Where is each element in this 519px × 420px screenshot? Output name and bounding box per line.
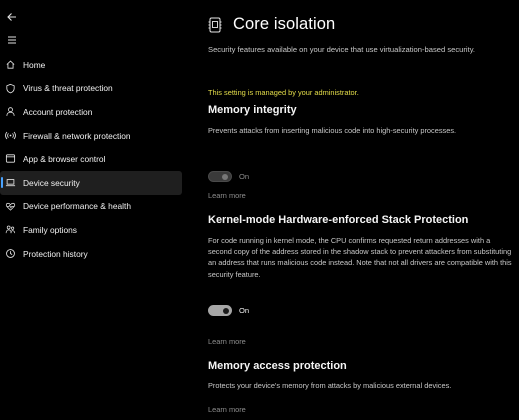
kernel-stack-protection-description: For code running in kernel mode, the CPU… [208,236,512,279]
back-arrow-icon [7,13,16,21]
sidebar-item-label: App & browser control [23,154,106,165]
sidebar-item-protection-history[interactable]: Protection history [0,242,182,266]
shield-icon [5,83,16,94]
memory-integrity-title: Memory integrity [208,104,297,116]
sidebar-item-device-security[interactable]: Device security [0,170,182,195]
sidebar-item-label: Device security [23,177,80,188]
page-header: Core isolation [208,15,335,34]
toggle-knob [222,173,228,180]
browser-icon [5,153,16,164]
kernel-stack-learn-more-link[interactable]: Learn more [208,337,246,346]
memory-access-learn-more-link[interactable]: Learn more [208,405,246,414]
sidebar-item-account-protection[interactable]: Account protection [0,100,182,124]
kernel-stack-toggle-row: On [208,305,249,316]
page-description: Security features available on your devi… [208,45,476,54]
hamburger-icon [8,36,16,44]
sidebar-item-label: Account protection [23,106,93,117]
memory-integrity-learn-more-link[interactable]: Learn more [208,191,246,200]
back-button[interactable] [4,9,20,25]
admin-managed-note: This setting is managed by your administ… [208,88,359,97]
sidebar-item-label: Virus & threat protection [23,83,113,94]
sidebar-item-app-browser-control[interactable]: App & browser control [0,147,182,171]
sidebar: Home Virus & threat protection Account p… [0,0,188,420]
memory-integrity-toggle-row: On [208,171,249,182]
person-icon [5,106,16,117]
kernel-stack-toggle-state: On [239,306,250,315]
wifi-icon [5,130,16,141]
sidebar-item-label: Firewall & network protection [23,130,131,141]
memory-access-protection-title: Memory access protection [208,360,347,372]
home-icon [5,59,16,70]
memory-access-protection-description: Protects your device's memory from attac… [208,381,452,390]
heart-icon [5,201,16,212]
sidebar-item-label: Family options [23,224,77,235]
sidebar-item-family-options[interactable]: Family options [0,218,182,242]
sidebar-item-label: Protection history [23,248,88,259]
history-icon [5,248,16,259]
laptop-icon [5,177,16,188]
family-icon [5,224,16,235]
sidebar-item-virus-threat-protection[interactable]: Virus & threat protection [0,77,182,101]
memory-integrity-toggle[interactable] [208,171,232,182]
sidebar-item-home[interactable]: Home [0,53,182,77]
sidebar-item-firewall-network-protection[interactable]: Firewall & network protection [0,124,182,148]
windows-security-window: Home Virus & threat protection Account p… [0,0,519,420]
chip-icon [208,17,222,32]
sidebar-item-label: Device performance & health [23,201,131,212]
hamburger-menu-button[interactable] [4,33,20,47]
main-content: Core isolation Security features availab… [208,0,519,420]
sidebar-nav: Home Virus & threat protection Account p… [0,53,182,265]
sidebar-item-device-performance-health[interactable]: Device performance & health [0,195,182,219]
kernel-stack-protection-title: Kernel-mode Hardware-enforced Stack Prot… [208,214,469,226]
toggle-knob [223,307,229,314]
memory-integrity-toggle-state: On [239,172,250,181]
sidebar-item-label: Home [23,59,46,70]
memory-integrity-description: Prevents attacks from inserting maliciou… [208,126,457,135]
kernel-stack-protection-toggle[interactable] [208,305,232,316]
page-title: Core isolation [233,15,336,33]
